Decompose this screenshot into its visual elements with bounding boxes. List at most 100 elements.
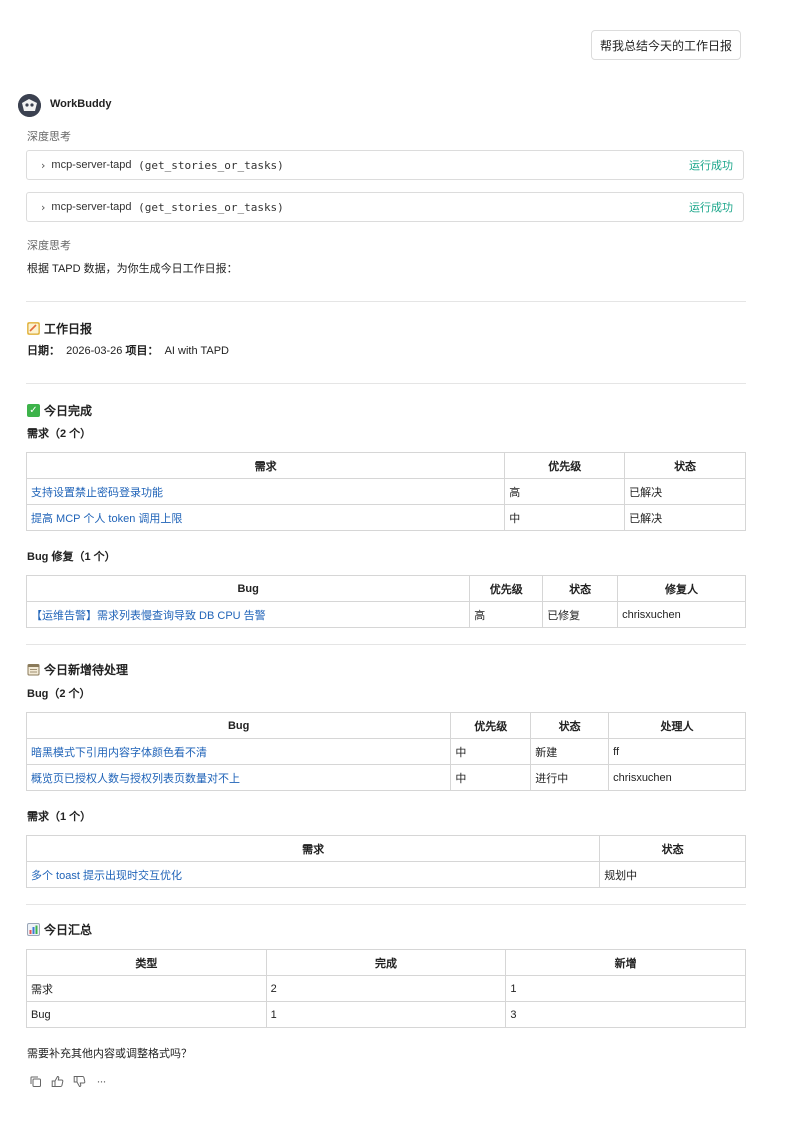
column-header: 优先级 (450, 712, 532, 739)
done-count-cell: 2 (265, 975, 507, 1002)
table-header-row: 需求 优先级 状态 (25, 452, 746, 479)
more-icon[interactable]: ··· (94, 1074, 108, 1088)
column-header: 修复人 (617, 575, 746, 602)
status-cell: 已修复 (542, 601, 619, 628)
table-row: Bug 1 3 (26, 1001, 746, 1028)
column-header: 状态 (624, 452, 746, 479)
closing-text: 需要补充其他内容或调整格式吗？ (27, 1048, 192, 1060)
status-cell: 规划中 (599, 861, 746, 888)
column-header: 状态 (530, 712, 610, 739)
bot-name: WorkBuddy (50, 98, 112, 110)
thinking-label[interactable]: 深度思考 (27, 128, 71, 144)
notepad-icon (27, 663, 40, 676)
new-count-cell: 1 (505, 975, 746, 1002)
assignee-cell: chrisxuchen (617, 601, 746, 628)
tool-call-2[interactable]: › mcp-server-tapd (get_stories_or_tasks)… (26, 192, 744, 222)
report-project: AI with TAPD (164, 345, 229, 357)
new-items-heading: 今日新增待处理 (27, 661, 128, 678)
message-actions: ··· (28, 1074, 108, 1088)
bug-link[interactable]: 暗黑模式下引用内容字体颜色看不清 (31, 747, 207, 759)
table-row: 多个 toast 提示出现时交互优化 规划中 (25, 861, 746, 888)
done-heading: ✓ 今日完成 (27, 402, 92, 419)
intro-text: 根据 TAPD 数据，为你生成今日工作日报： (27, 263, 238, 275)
table-row: 概览页已授权人数与授权列表页数量对不上 中 进行中 chrisxuchen (25, 764, 746, 791)
story-link[interactable]: 多个 toast 提示出现时交互优化 (31, 870, 182, 882)
column-header: 新增 (505, 949, 746, 976)
column-header: 类型 (26, 949, 267, 976)
type-cell: 需求 (26, 975, 267, 1002)
tool-args: (get_stories_or_tasks) (138, 200, 284, 214)
done-stories-table: 需求 优先级 状态 支持设置禁止密码登录功能 高 已解决 提高 MCP 个人 t… (25, 452, 746, 531)
table-row: 需求 2 1 (26, 975, 746, 1002)
tool-call-1[interactable]: › mcp-server-tapd (get_stories_or_tasks)… (26, 150, 744, 180)
column-header: 状态 (599, 835, 746, 862)
priority-cell: 高 (504, 478, 626, 505)
table-row: 提高 MCP 个人 token 调用上限 中 已解决 (25, 504, 746, 531)
thumbs-down-icon[interactable] (72, 1074, 86, 1088)
divider (26, 904, 746, 905)
user-message-bubble: 帮我总结今天的工作日报 (591, 30, 741, 60)
tool-name: mcp-server-tapd (51, 159, 132, 171)
assignee-cell: ff (608, 738, 746, 765)
done-bugs-table: Bug 优先级 状态 修复人 【运维告警】需求列表慢查询导致 DB CPU 告警… (25, 575, 746, 628)
new-items-title: 今日新增待处理 (44, 663, 129, 677)
assignee-cell: chrisxuchen (608, 764, 746, 791)
report-date: 2026-03-26 (66, 345, 123, 357)
status-cell: 进行中 (530, 764, 610, 791)
workbuddy-avatar (18, 94, 41, 117)
report-heading: 工作日报 (27, 320, 92, 337)
report-title: 工作日报 (44, 322, 93, 336)
report-meta: 日期： 2026-03-26 项目： AI with TAPD (27, 342, 229, 358)
column-header: 状态 (542, 575, 619, 602)
chevron-right-icon: › (41, 158, 46, 172)
table-row: 【运维告警】需求列表慢查询导致 DB CPU 告警 高 已修复 chrisxuc… (25, 601, 746, 628)
bug-link[interactable]: 概览页已授权人数与授权列表页数量对不上 (31, 773, 240, 785)
new-count-cell: 3 (505, 1001, 746, 1028)
table-header-row: Bug 优先级 状态 修复人 (25, 575, 746, 602)
column-header: 完成 (265, 949, 507, 976)
divider (26, 383, 746, 384)
column-header: Bug (25, 712, 452, 739)
thumbs-up-icon[interactable] (50, 1074, 64, 1088)
done-title: 今日完成 (44, 404, 93, 418)
bar-chart-icon (27, 923, 40, 936)
story-link[interactable]: 提高 MCP 个人 token 调用上限 (31, 513, 182, 525)
column-header: 优先级 (469, 575, 544, 602)
column-header: 优先级 (504, 452, 626, 479)
priority-cell: 中 (450, 764, 532, 791)
table-row: 暗黑模式下引用内容字体颜色看不清 中 新建 ff (25, 738, 746, 765)
column-header: 处理人 (608, 712, 746, 739)
tool-status: 运行成功 (689, 160, 733, 172)
project-label: 项目： (125, 345, 159, 357)
priority-cell: 中 (504, 504, 626, 531)
column-header: 需求 (25, 835, 601, 862)
status-cell: 已解决 (624, 504, 746, 531)
status-cell: 已解决 (624, 478, 746, 505)
table-header-row: 需求 状态 (25, 835, 746, 862)
story-link[interactable]: 支持设置禁止密码登录功能 (31, 487, 163, 499)
new-bugs-table: Bug 优先级 状态 处理人 暗黑模式下引用内容字体颜色看不清 中 新建 ff … (25, 712, 746, 791)
table-header-row: 类型 完成 新增 (26, 949, 746, 976)
tool-status: 运行成功 (689, 202, 733, 214)
new-stories-table: 需求 状态 多个 toast 提示出现时交互优化 规划中 (25, 835, 746, 888)
tool-args: (get_stories_or_tasks) (138, 158, 284, 172)
summary-table: 类型 完成 新增 需求 2 1 Bug 1 3 (26, 949, 746, 1028)
type-cell: Bug (26, 1001, 267, 1028)
table-header-row: Bug 优先级 状态 处理人 (25, 712, 746, 739)
copy-icon[interactable] (28, 1074, 42, 1088)
status-cell: 新建 (530, 738, 610, 765)
date-label: 日期： (27, 345, 60, 357)
thinking-label[interactable]: 深度思考 (27, 237, 71, 253)
priority-cell: 中 (450, 738, 532, 765)
column-header: 需求 (25, 452, 506, 479)
check-mark-icon: ✓ (27, 404, 40, 417)
table-row: 支持设置禁止密码登录功能 高 已解决 (25, 478, 746, 505)
bug-link[interactable]: 【运维告警】需求列表慢查询导致 DB CPU 告警 (31, 610, 266, 622)
priority-cell: 高 (469, 601, 544, 628)
memo-icon (27, 322, 40, 335)
done-count-cell: 1 (265, 1001, 507, 1028)
tool-name: mcp-server-tapd (51, 201, 132, 213)
summary-heading: 今日汇总 (27, 921, 92, 938)
done-bugs-subtitle: Bug 修复（1 个） (27, 551, 116, 563)
new-stories-subtitle: 需求（1 个） (27, 811, 92, 823)
